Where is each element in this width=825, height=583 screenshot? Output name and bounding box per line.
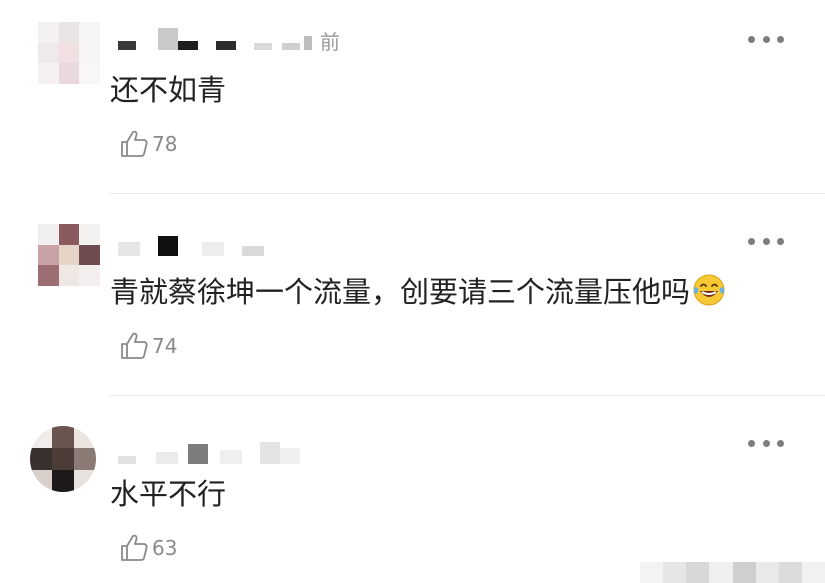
dot-icon: [748, 35, 755, 43]
more-options-button[interactable]: [748, 236, 784, 246]
avatar[interactable]: [38, 224, 100, 286]
dot-icon: [762, 237, 770, 245]
comment-item: 水平不行 63: [0, 396, 825, 583]
dot-icon: [777, 237, 784, 245]
thumbs-up-outline-icon: [121, 534, 148, 561]
username-mosaic[interactable]: [118, 28, 312, 50]
dot-icon: [748, 237, 755, 245]
like-button[interactable]: 78: [118, 128, 177, 160]
avatar[interactable]: [38, 22, 100, 84]
comment-text: 水平不行: [110, 472, 226, 512]
blurred-overlay: [640, 562, 825, 583]
more-options-button[interactable]: [748, 34, 784, 44]
dot-icon: [748, 439, 755, 447]
dot-icon: [762, 35, 770, 43]
dot-icon: [777, 35, 784, 43]
comment-text: 还不如青: [110, 68, 226, 108]
thumbs-up-outline-icon: [121, 332, 148, 359]
like-count: 74: [152, 334, 178, 358]
comment-text-content: 还不如青: [110, 73, 227, 107]
dot-icon: [777, 439, 784, 447]
comment-item: 前 还不如青 78: [0, 0, 825, 193]
dot-icon: [762, 439, 770, 447]
comment-text-content: 水平不行: [110, 477, 227, 511]
like-button[interactable]: 63: [118, 532, 177, 564]
tears-of-joy-emoji-icon: [693, 274, 725, 306]
comment-time-suffix: 前: [320, 30, 340, 54]
like-button[interactable]: 74: [118, 330, 177, 362]
avatar[interactable]: [30, 426, 96, 492]
thumbs-up-outline-icon: [121, 130, 148, 157]
username-mosaic[interactable]: [118, 234, 264, 256]
like-count: 78: [152, 132, 178, 156]
like-count: 63: [152, 536, 178, 560]
comment-text-content: 青就蔡徐坤一个流量，创要请三个流量压他吗: [110, 275, 691, 309]
username-mosaic[interactable]: [118, 442, 300, 464]
comment-list: 前 还不如青 78 青就蔡徐坤一个流量，创要请三个流量压他吗 74 水平不行 6…: [0, 0, 825, 583]
comment-text: 青就蔡徐坤一个流量，创要请三个流量压他吗: [110, 270, 726, 310]
comment-item: 青就蔡徐坤一个流量，创要请三个流量压他吗 74: [0, 194, 825, 395]
more-options-button[interactable]: [748, 438, 784, 448]
